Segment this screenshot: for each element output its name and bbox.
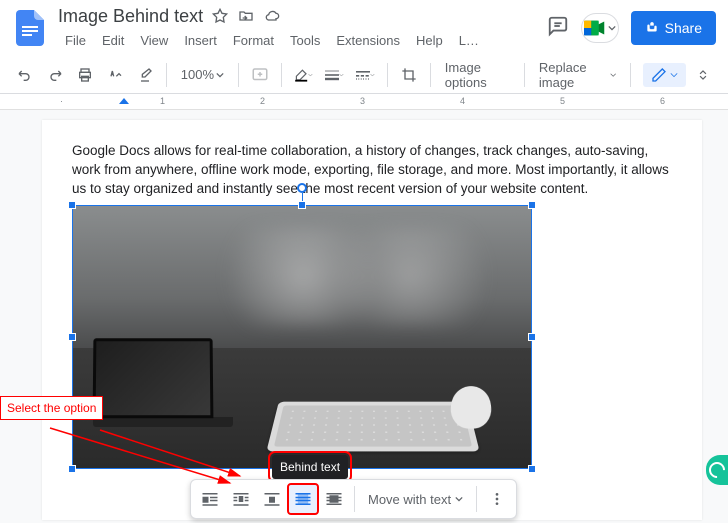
toolbar-separator bbox=[387, 63, 388, 87]
toolbar-separator bbox=[281, 63, 282, 87]
menu-insert[interactable]: Insert bbox=[177, 30, 224, 51]
meet-icon[interactable] bbox=[581, 13, 619, 43]
rotate-handle[interactable] bbox=[297, 183, 307, 193]
menu-file[interactable]: File bbox=[58, 30, 93, 51]
menu-bar: File Edit View Insert Format Tools Exten… bbox=[58, 30, 547, 51]
resize-handle[interactable] bbox=[528, 465, 536, 473]
ruler[interactable]: · 1 2 3 4 5 6 bbox=[0, 94, 728, 110]
header-right: Share bbox=[547, 11, 716, 45]
move-folder-icon[interactable] bbox=[237, 7, 255, 25]
in-front-of-text-button[interactable] bbox=[319, 484, 349, 514]
toolbar-separator bbox=[238, 63, 239, 87]
share-button[interactable]: Share bbox=[631, 11, 716, 45]
ruler-mark: 2 bbox=[260, 96, 265, 106]
share-label: Share bbox=[665, 20, 702, 36]
resize-handle[interactable] bbox=[528, 333, 536, 341]
toolbar-separator bbox=[166, 63, 167, 87]
toolbar-separator bbox=[476, 486, 477, 512]
annotation-arrow bbox=[40, 418, 250, 498]
editing-mode-button[interactable] bbox=[643, 63, 686, 87]
doc-title[interactable]: Image Behind text bbox=[58, 6, 203, 27]
annotation-label: Select the option bbox=[0, 396, 103, 420]
image-options-button[interactable]: Image options bbox=[439, 60, 516, 90]
replace-image-button[interactable]: Replace image bbox=[533, 60, 622, 90]
menu-view[interactable]: View bbox=[133, 30, 175, 51]
ruler-mark: 5 bbox=[560, 96, 565, 106]
star-icon[interactable] bbox=[211, 7, 229, 25]
toolbar-separator bbox=[354, 486, 355, 512]
comment-history-icon[interactable] bbox=[547, 15, 569, 42]
border-weight-button[interactable] bbox=[321, 62, 348, 88]
ruler-mark: 3 bbox=[360, 96, 365, 106]
app-header: Image Behind text File Edit View Insert … bbox=[0, 0, 728, 56]
menu-tools[interactable]: Tools bbox=[283, 30, 327, 51]
google-docs-icon[interactable] bbox=[12, 10, 48, 46]
menu-edit[interactable]: Edit bbox=[95, 30, 131, 51]
toolbar: 100% Image options Replace image bbox=[0, 56, 728, 94]
border-color-button[interactable] bbox=[290, 62, 317, 88]
more-options-button[interactable] bbox=[482, 484, 512, 514]
menu-help[interactable]: Help bbox=[409, 30, 450, 51]
resize-handle[interactable] bbox=[68, 333, 76, 341]
border-dash-button[interactable] bbox=[352, 62, 379, 88]
toolbar-separator bbox=[524, 63, 525, 87]
expand-button[interactable] bbox=[690, 62, 716, 88]
indent-marker[interactable] bbox=[119, 98, 129, 104]
menu-extensions[interactable]: Extensions bbox=[329, 30, 407, 51]
behind-text-button[interactable] bbox=[288, 484, 318, 514]
menu-format[interactable]: Format bbox=[226, 30, 281, 51]
body-text[interactable]: Google Docs allows for real-time collabo… bbox=[72, 142, 672, 199]
resize-handle[interactable] bbox=[298, 201, 306, 209]
move-mode-selector[interactable]: Move with text bbox=[360, 492, 471, 507]
menu-last-edit[interactable]: L… bbox=[452, 30, 486, 51]
ruler-mark: 4 bbox=[460, 96, 465, 106]
toolbar-separator bbox=[430, 63, 431, 87]
add-comment-button[interactable] bbox=[247, 62, 273, 88]
ruler-mark: 6 bbox=[660, 96, 665, 106]
format-paint-button[interactable] bbox=[132, 62, 158, 88]
redo-button[interactable] bbox=[42, 62, 68, 88]
break-text-button[interactable] bbox=[257, 484, 287, 514]
resize-handle[interactable] bbox=[68, 201, 76, 209]
grammarly-icon[interactable] bbox=[706, 455, 728, 485]
undo-button[interactable] bbox=[12, 62, 38, 88]
resize-handle[interactable] bbox=[528, 201, 536, 209]
toolbar-separator bbox=[630, 63, 631, 87]
print-button[interactable] bbox=[72, 62, 98, 88]
crop-button[interactable] bbox=[396, 62, 422, 88]
title-area: Image Behind text File Edit View Insert … bbox=[58, 6, 547, 51]
cloud-status-icon[interactable] bbox=[263, 7, 281, 25]
ruler-mark: 1 bbox=[160, 96, 165, 106]
zoom-selector[interactable]: 100% bbox=[175, 67, 230, 82]
spellcheck-button[interactable] bbox=[102, 62, 128, 88]
tooltip-behind-text: Behind text bbox=[272, 455, 348, 479]
